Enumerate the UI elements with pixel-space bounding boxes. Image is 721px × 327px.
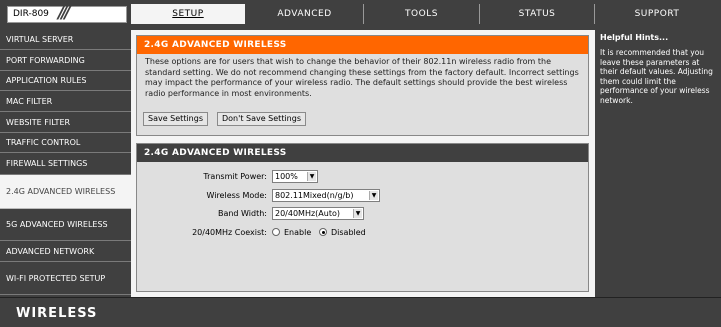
band-width-row: Band Width: 20/40MHz(Auto) ▼ <box>137 207 590 223</box>
settings-panel-title: 2.4G ADVANCED WIRELESS <box>137 144 588 162</box>
tab-setup[interactable]: SETUP <box>131 4 245 24</box>
band-width-value: 20/40MHz(Auto) <box>275 209 340 218</box>
intro-text: These options are for users that wish to… <box>145 57 579 98</box>
settings-panel: 2.4G ADVANCED WIRELESS Transmit Power: 1… <box>136 143 589 292</box>
hints-title: Helpful Hints... <box>600 33 669 42</box>
tab-divider <box>594 4 595 24</box>
wireless-mode-row: Wireless Mode: 802.11Mixed(n/g/b) ▼ <box>137 189 590 205</box>
dlink-slashes-logo: /// <box>58 3 71 23</box>
save-settings-button[interactable]: Save Settings <box>143 112 208 126</box>
wireless-mode-select[interactable]: 802.11Mixed(n/g/b) ▼ <box>272 189 380 202</box>
coexist-enable-label: Enable <box>284 228 312 237</box>
band-width-select[interactable]: 20/40MHz(Auto) ▼ <box>272 207 364 220</box>
intro-panel: 2.4G ADVANCED WIRELESS These options are… <box>136 35 589 136</box>
tab-tools[interactable]: TOOLS <box>364 4 479 24</box>
chevron-down-icon: ▼ <box>307 172 316 181</box>
sidebar-item-port-forwarding[interactable]: PORT FORWARDING <box>0 50 131 71</box>
sidebar-item-website-filter[interactable]: WEBSITE FILTER <box>0 112 131 133</box>
sidebar-item-application-rules[interactable]: APPLICATION RULES <box>0 71 131 91</box>
transmit-power-select[interactable]: 100% ▼ <box>272 170 318 183</box>
tab-support[interactable]: SUPPORT <box>596 4 718 24</box>
sidebar-item-firewall-settings[interactable]: FIREWALL SETTINGS <box>0 153 131 175</box>
hints-text: It is recommended that you leave these p… <box>600 48 713 105</box>
sidebar: VIRTUAL SERVER PORT FORWARDING APPLICATI… <box>0 30 131 297</box>
transmit-power-value: 100% <box>275 172 298 181</box>
sidebar-item-virtual-server[interactable]: VIRTUAL SERVER <box>0 30 131 50</box>
sidebar-item-24g-advanced-wireless[interactable]: 2.4G ADVANCED WIRELESS <box>0 175 131 209</box>
wireless-mode-label: Wireless Mode: <box>206 191 267 200</box>
chevron-down-icon: ▼ <box>369 191 378 200</box>
sidebar-item-traffic-control[interactable]: TRAFFIC CONTROL <box>0 133 131 153</box>
coexist-row: 20/40MHz Coexist: Enable Disabled <box>137 226 590 242</box>
sidebar-item-advanced-network[interactable]: ADVANCED NETWORK <box>0 241 131 262</box>
coexist-enable-radio[interactable] <box>272 228 280 236</box>
coexist-label: 20/40MHz Coexist: <box>192 228 267 237</box>
top-nav-bar: DIR-809 /// SETUP ADVANCED TOOLS STATUS … <box>0 0 721 28</box>
wireless-brand-label: WIRELESS <box>16 306 98 321</box>
coexist-disabled-radio[interactable] <box>319 228 327 236</box>
sidebar-item-5g-advanced-wireless[interactable]: 5G ADVANCED WIRELESS <box>0 209 131 241</box>
helpful-hints: Helpful Hints... It is recommended that … <box>595 30 721 297</box>
tab-status[interactable]: STATUS <box>480 4 594 24</box>
sidebar-item-wifi-protected-setup[interactable]: WI-FI PROTECTED SETUP <box>0 262 131 295</box>
footer-bar: WIRELESS <box>0 297 721 327</box>
transmit-power-label: Transmit Power: <box>203 172 267 181</box>
intro-panel-title: 2.4G ADVANCED WIRELESS <box>137 36 588 54</box>
model-name: DIR-809 <box>13 9 49 19</box>
band-width-label: Band Width: <box>217 209 267 218</box>
wireless-mode-value: 802.11Mixed(n/g/b) <box>275 191 354 200</box>
tab-advanced[interactable]: ADVANCED <box>246 4 363 24</box>
dont-save-settings-button[interactable]: Don't Save Settings <box>217 112 306 126</box>
coexist-disabled-label: Disabled <box>331 228 366 237</box>
main-content: 2.4G ADVANCED WIRELESS These options are… <box>131 30 595 297</box>
sidebar-item-mac-filter[interactable]: MAC FILTER <box>0 91 131 112</box>
transmit-power-row: Transmit Power: 100% ▼ <box>137 170 590 186</box>
chevron-down-icon: ▼ <box>353 209 362 218</box>
